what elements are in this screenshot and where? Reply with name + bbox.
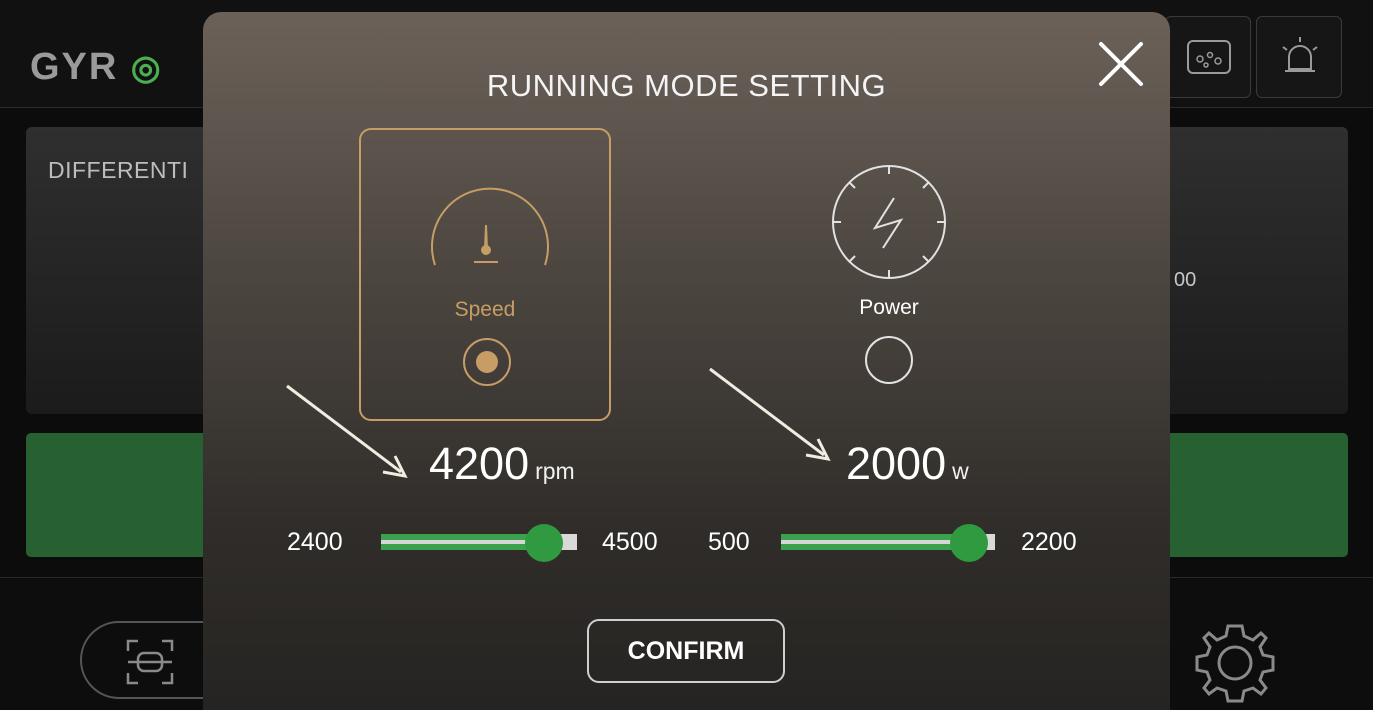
close-button[interactable] (1093, 36, 1149, 92)
power-value: 2000 (846, 438, 947, 489)
power-min-label: 500 (708, 528, 750, 556)
speed-radio[interactable] (463, 338, 511, 386)
speed-value-display: 4200 rpm (429, 438, 575, 490)
speed-value: 4200 (429, 438, 530, 489)
confirm-button[interactable]: CONFIRM (587, 619, 785, 683)
speed-slider-knob[interactable] (525, 524, 563, 562)
power-mode-label: Power (859, 296, 919, 319)
power-radio[interactable] (865, 336, 913, 384)
power-unit: w (952, 458, 969, 484)
power-max-label: 2200 (1021, 528, 1077, 556)
speed-slider-fill (381, 534, 544, 550)
running-mode-dialog: RUNNING MODE SETTING Speed Power 4200 rp… (203, 12, 1170, 710)
power-slider-fill (781, 534, 969, 550)
speed-radio-dot (476, 351, 498, 373)
speed-unit: rpm (535, 458, 575, 484)
power-value-display: 2000 w (846, 438, 969, 490)
speedometer-icon (431, 187, 549, 266)
power-slider-knob[interactable] (950, 524, 988, 562)
pointer-arrow-right (709, 367, 831, 462)
pointer-arrow-left (286, 384, 408, 479)
speed-slider[interactable] (381, 524, 581, 562)
speed-mode-label: Speed (454, 298, 516, 321)
speed-max-label: 4500 (602, 528, 658, 556)
dialog-title: RUNNING MODE SETTING (486, 68, 887, 103)
power-bolt-icon (832, 165, 946, 279)
speed-min-label: 2400 (287, 528, 343, 556)
speed-mode-card[interactable]: Speed (359, 128, 611, 421)
modal-overlay: RUNNING MODE SETTING Speed Power 4200 rp… (0, 0, 1373, 710)
power-slider[interactable] (781, 524, 999, 562)
close-icon (1099, 42, 1143, 86)
